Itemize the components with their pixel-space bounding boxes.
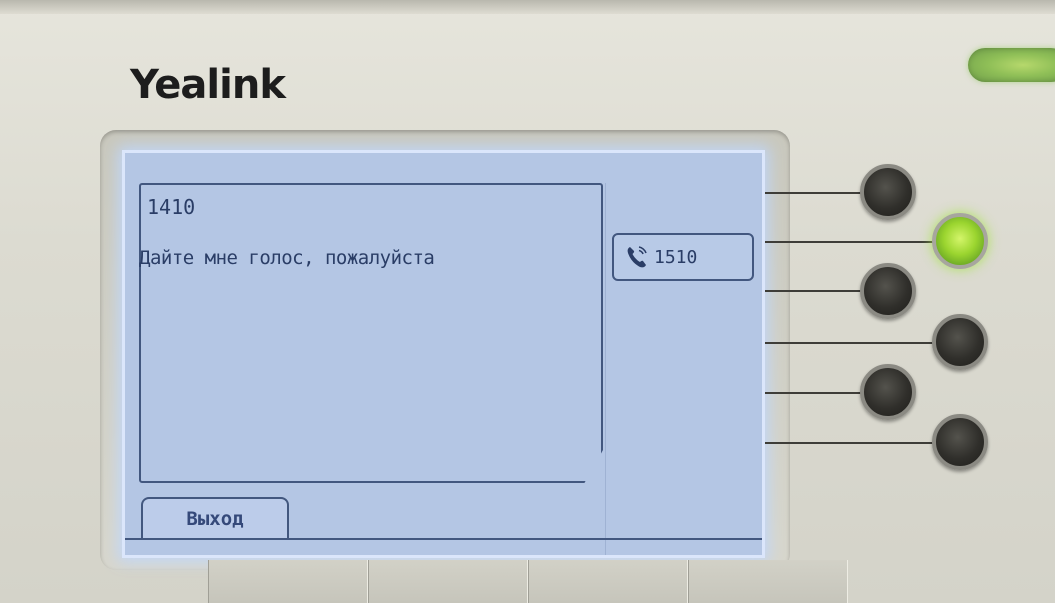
line-key-connector [765, 442, 940, 444]
hardware-softkey-1[interactable] [208, 560, 368, 603]
phone-handset-icon [624, 244, 650, 270]
brand-logo: Yealink [130, 62, 286, 108]
exit-softkey[interactable]: Выход [141, 497, 289, 539]
power-led-indicator [968, 48, 1055, 82]
hardware-line-key-3[interactable] [860, 263, 916, 319]
hardware-line-key-6[interactable] [932, 414, 988, 470]
line-key-connector [765, 342, 940, 344]
line-key-connector [765, 392, 865, 394]
hardware-line-key-5[interactable] [860, 364, 916, 420]
hardware-line-key-4[interactable] [932, 314, 988, 370]
hardware-softkey-4[interactable] [688, 560, 848, 603]
line-key-1510[interactable]: 1510 [612, 233, 754, 281]
softkey-bar-divider [125, 538, 762, 540]
line-key-connector [765, 192, 865, 194]
message-sender: 1410 [147, 195, 196, 219]
message-panel [139, 183, 603, 483]
hardware-softkey-2[interactable] [368, 560, 528, 603]
line-key-connector [765, 241, 940, 243]
phone-top-edge [0, 0, 1055, 14]
hardware-line-key-2[interactable] [932, 213, 988, 269]
phone-body: Yealink 1410 Дайте мне голос, пожалуйста… [0, 0, 1055, 603]
line-key-label: 1510 [654, 246, 698, 268]
message-text: Дайте мне голос, пожалуйста [139, 247, 435, 269]
lcd-screen: 1410 Дайте мне голос, пожалуйста 1510 Вы… [122, 150, 765, 558]
hardware-softkey-3[interactable] [528, 560, 688, 603]
hardware-line-key-1[interactable] [860, 164, 916, 220]
line-key-connector [765, 290, 865, 292]
